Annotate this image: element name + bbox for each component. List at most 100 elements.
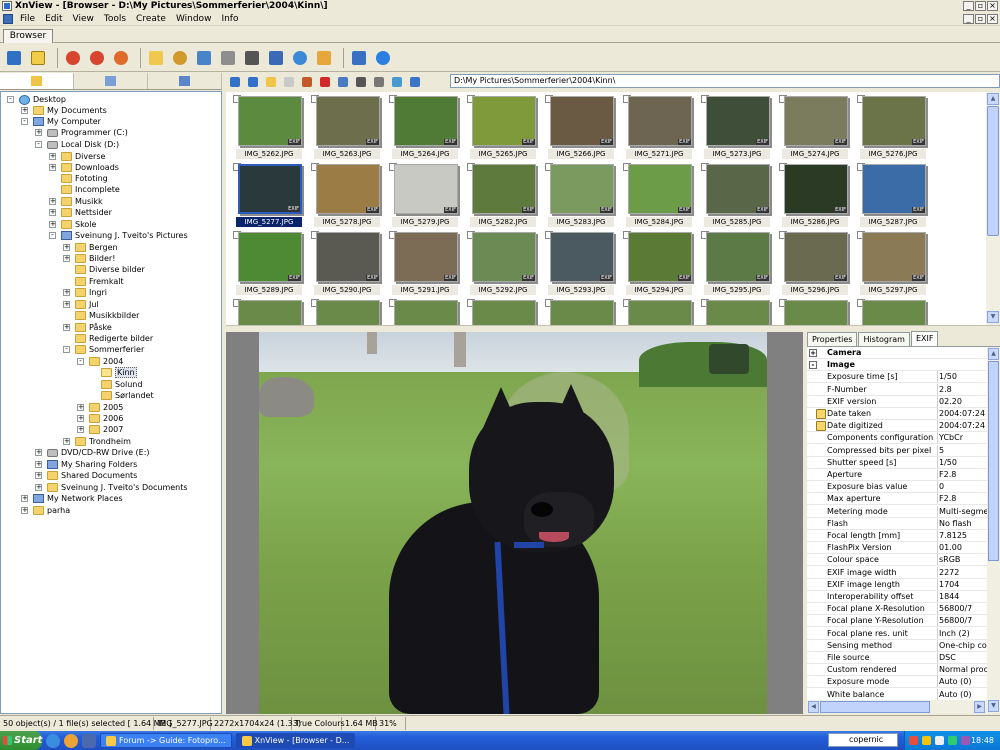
expand-icon[interactable]: + bbox=[77, 415, 84, 422]
browser-icon[interactable] bbox=[4, 48, 24, 68]
thumbnail[interactable] bbox=[850, 296, 928, 325]
ie-icon[interactable] bbox=[46, 733, 60, 748]
expand-icon[interactable]: + bbox=[35, 472, 42, 479]
thumbnail[interactable]: EXIF IMG_5290.JPG bbox=[304, 228, 382, 296]
collapse-icon[interactable]: - bbox=[77, 358, 84, 365]
minimize-button[interactable]: _ bbox=[963, 1, 974, 11]
thumbnail[interactable]: EXIF IMG_5271.JPG bbox=[616, 92, 694, 160]
tray-icon[interactable] bbox=[922, 736, 931, 745]
menu-file[interactable]: File bbox=[15, 14, 40, 24]
expand-icon[interactable]: + bbox=[63, 438, 70, 445]
rotate-left-icon[interactable] bbox=[63, 48, 83, 68]
thumbnail[interactable]: EXIF IMG_5274.JPG bbox=[772, 92, 850, 160]
tree-node[interactable]: Incomplete bbox=[61, 184, 120, 195]
exif-row[interactable]: File source DSC bbox=[807, 652, 987, 664]
expand-icon[interactable]: + bbox=[63, 301, 70, 308]
exif-row[interactable]: Max aperture F2.8 bbox=[807, 493, 987, 506]
tray-icon[interactable] bbox=[961, 736, 970, 745]
thumbnail[interactable]: EXIF IMG_5296.JPG bbox=[772, 228, 850, 296]
menu-edit[interactable]: Edit bbox=[40, 14, 67, 24]
maximize-button[interactable]: ▫ bbox=[975, 1, 986, 11]
edit-pencil-icon[interactable] bbox=[816, 421, 826, 432]
close-button[interactable]: × bbox=[987, 1, 998, 11]
quicklaunch-icon[interactable] bbox=[82, 733, 96, 748]
expand-icon[interactable]: + bbox=[63, 289, 70, 296]
exif-row[interactable]: Metering mode Multi-segment bbox=[807, 505, 987, 518]
settings-icon[interactable] bbox=[170, 48, 190, 68]
thumbnail[interactable]: EXIF IMG_5278.JPG bbox=[304, 160, 382, 228]
acquire-icon[interactable] bbox=[194, 48, 214, 68]
task-xnview[interactable]: XnView - [Browser - D... bbox=[235, 733, 356, 748]
exif-horizontal-scrollbar[interactable]: ◀ ▶ bbox=[807, 700, 987, 714]
exif-row[interactable]: Compressed bits per pixel 5 bbox=[807, 444, 987, 457]
tree-node[interactable]: + Ingri bbox=[63, 287, 107, 298]
horizontal-splitter[interactable] bbox=[226, 325, 1000, 332]
thumbnail[interactable] bbox=[616, 296, 694, 325]
copernic-search-field[interactable]: copernic bbox=[828, 733, 898, 747]
thumbnail[interactable]: EXIF IMG_5283.JPG bbox=[538, 160, 616, 228]
doc-minimize-button[interactable]: _ bbox=[963, 14, 974, 24]
expand-icon[interactable]: + bbox=[49, 209, 56, 216]
thumbnail[interactable]: EXIF IMG_5293.JPG bbox=[538, 228, 616, 296]
expand-icon[interactable]: + bbox=[21, 107, 28, 114]
expand-icon[interactable]: + bbox=[21, 507, 28, 514]
thumbnail[interactable]: EXIF IMG_5294.JPG bbox=[616, 228, 694, 296]
tree-node[interactable]: Diverse bilder bbox=[75, 264, 145, 275]
thumbnail[interactable]: EXIF IMG_5297.JPG bbox=[850, 228, 928, 296]
doc-restore-button[interactable]: ▫ bbox=[975, 14, 986, 24]
thumbnail[interactable] bbox=[538, 296, 616, 325]
tree-node[interactable]: + Musikk bbox=[49, 196, 103, 207]
image-preview[interactable] bbox=[226, 332, 803, 714]
expand-icon[interactable]: + bbox=[35, 461, 42, 468]
tree-node[interactable]: + My Documents bbox=[21, 105, 107, 116]
exif-row[interactable]: Flash No flash bbox=[807, 517, 987, 530]
thumbnail[interactable] bbox=[772, 296, 850, 325]
exif-row[interactable]: Focal plane X-Resolution 56800/7 bbox=[807, 603, 987, 616]
start-button[interactable]: Start bbox=[0, 731, 42, 750]
web-icon[interactable] bbox=[290, 48, 310, 68]
collapse-icon[interactable]: - bbox=[809, 361, 817, 370]
tree-node[interactable]: Redigerte bilder bbox=[75, 333, 153, 344]
tree-node[interactable]: Sørlandet bbox=[101, 390, 154, 401]
filter-icon[interactable] bbox=[372, 75, 386, 89]
exif-group[interactable]: - Image bbox=[807, 359, 987, 372]
tree-node[interactable]: - Sveinung J. Tveito's Pictures bbox=[49, 230, 188, 241]
tree-node[interactable]: + parha bbox=[21, 505, 70, 516]
tray-icon[interactable] bbox=[935, 736, 944, 745]
exif-row[interactable]: Exposure bias value 0 bbox=[807, 481, 987, 494]
exif-row[interactable]: Colour space sRGB bbox=[807, 554, 987, 567]
task-forum[interactable]: Forum -> Guide: Fotopro... bbox=[100, 733, 232, 748]
path-field[interactable]: D:\My Pictures\Sommerferier\2004\Kinn\ bbox=[450, 74, 1000, 88]
expand-icon[interactable]: + bbox=[63, 244, 70, 251]
exif-row[interactable]: Components configuration YCbCr bbox=[807, 432, 987, 445]
tab-favorites[interactable] bbox=[74, 73, 148, 89]
tree-node[interactable]: - 2004 bbox=[77, 356, 123, 367]
tree-node[interactable]: + Sveinung J. Tveito's Documents bbox=[35, 482, 188, 493]
expand-icon[interactable]: + bbox=[809, 349, 817, 357]
exif-row[interactable]: Sensing method One-chip color bbox=[807, 639, 987, 652]
tree-node[interactable]: - Sommerferier bbox=[63, 344, 144, 355]
tree-node[interactable]: + My Sharing Folders bbox=[35, 459, 137, 470]
thumbnail[interactable] bbox=[694, 296, 772, 325]
thumbnail[interactable] bbox=[382, 296, 460, 325]
scroll-down-icon[interactable]: ▼ bbox=[987, 311, 999, 323]
exif-row[interactable]: Custom rendered Normal proces bbox=[807, 664, 987, 677]
collapse-icon[interactable]: - bbox=[7, 96, 14, 103]
help-icon[interactable] bbox=[373, 48, 393, 68]
refresh-icon[interactable] bbox=[111, 48, 131, 68]
exif-row[interactable]: FlashPix Version 01.00 bbox=[807, 542, 987, 555]
exif-row[interactable]: White balance Auto (0) bbox=[807, 688, 987, 700]
tray-icon[interactable] bbox=[948, 736, 957, 745]
tree-node[interactable]: + DVD/CD-RW Drive (E:) bbox=[35, 447, 150, 458]
thumbnail[interactable]: EXIF IMG_5277.JPG bbox=[226, 160, 304, 228]
thumbnail[interactable] bbox=[460, 296, 538, 325]
tree-node[interactable]: Solund bbox=[101, 379, 142, 390]
tree-node[interactable]: + Bilder! bbox=[63, 253, 115, 264]
thumbnail[interactable]: EXIF IMG_5286.JPG bbox=[772, 160, 850, 228]
tab-folders[interactable] bbox=[0, 73, 74, 89]
exif-row[interactable]: Focal plane Y-Resolution 56800/7 bbox=[807, 615, 987, 628]
thumbnail[interactable]: EXIF IMG_5282.JPG bbox=[460, 160, 538, 228]
collapse-icon[interactable]: - bbox=[35, 141, 42, 148]
thumbnail-grid[interactable]: EXIF IMG_5262.JPG EXIF IMG_5263.JPG EXIF IMG_… bbox=[226, 92, 986, 325]
tab-properties[interactable]: Properties bbox=[807, 332, 858, 346]
